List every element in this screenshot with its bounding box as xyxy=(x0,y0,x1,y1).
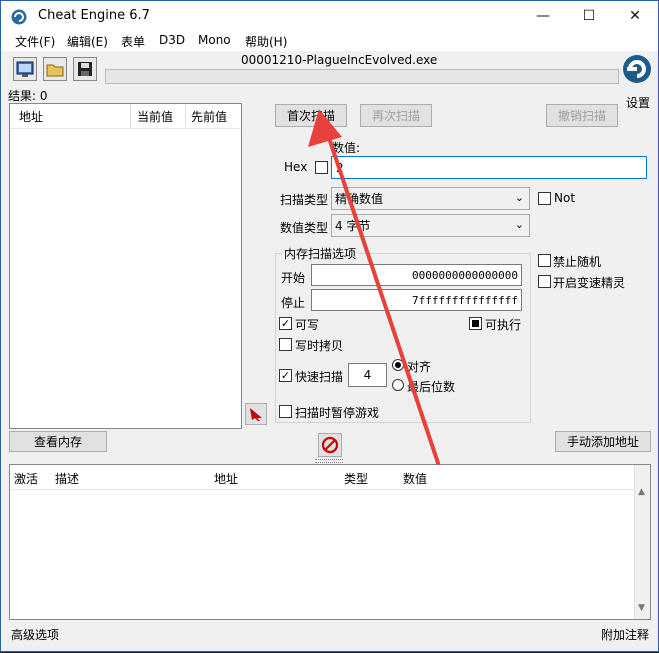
annotation-arrow xyxy=(308,109,440,465)
main-window: Cheat Engine 6.7 — ☐ ✕ 文件(F) 编辑(E) 表单 D3… xyxy=(0,0,659,652)
